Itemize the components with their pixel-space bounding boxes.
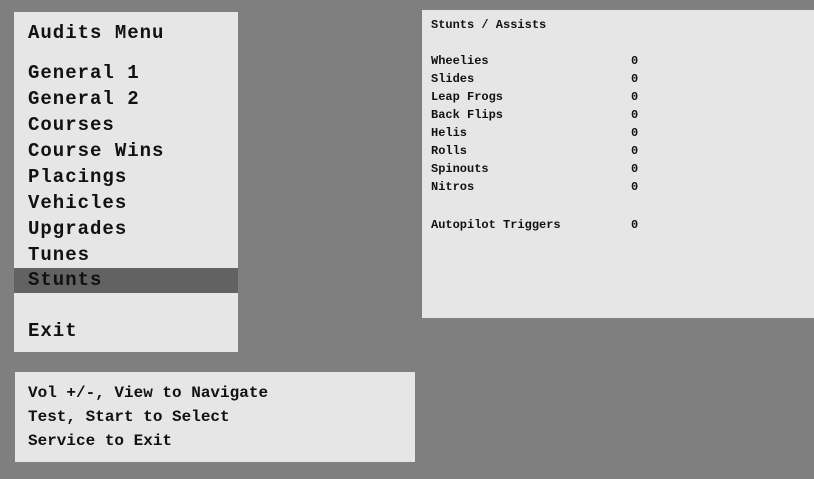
menu-item-tunes[interactable]: Tunes bbox=[28, 244, 90, 266]
help-line-exit: Service to Exit bbox=[28, 432, 173, 450]
exit-panel: Exit bbox=[14, 293, 238, 352]
menu-item-stunts-label: Stunts bbox=[28, 269, 103, 291]
stat-value-nitros: 0 bbox=[631, 180, 639, 194]
stat-label-wheelies: Wheelies bbox=[431, 54, 489, 68]
stat-label-leap-frogs: Leap Frogs bbox=[431, 90, 504, 104]
stat-value-autopilot-triggers: 0 bbox=[631, 218, 639, 232]
stat-value-rolls: 0 bbox=[631, 144, 639, 158]
menu-item-placings[interactable]: Placings bbox=[28, 166, 127, 188]
stat-label-helis: Helis bbox=[431, 126, 468, 140]
stat-value-spinouts: 0 bbox=[631, 162, 639, 176]
menu-item-stunts-selected[interactable]: Stunts bbox=[14, 268, 238, 293]
stunts-assists-panel: Stunts / Assists Wheelies 0 Slides 0 Lea… bbox=[422, 10, 814, 318]
menu-item-course-wins[interactable]: Course Wins bbox=[28, 140, 164, 162]
stat-value-wheelies: 0 bbox=[631, 54, 639, 68]
menu-item-general-2[interactable]: General 2 bbox=[28, 88, 140, 110]
help-panel: Vol +/-, View to Navigate Test, Start to… bbox=[15, 372, 415, 462]
stat-value-leap-frogs: 0 bbox=[631, 90, 639, 104]
stat-label-nitros: Nitros bbox=[431, 180, 475, 194]
menu-item-general-1[interactable]: General 1 bbox=[28, 62, 140, 84]
stunts-title: Stunts / Assists bbox=[431, 18, 547, 32]
help-line-select: Test, Start to Select bbox=[28, 408, 230, 426]
stat-label-autopilot-triggers: Autopilot Triggers bbox=[431, 218, 561, 232]
menu-item-upgrades[interactable]: Upgrades bbox=[28, 218, 127, 240]
stat-label-spinouts: Spinouts bbox=[431, 162, 489, 176]
stat-value-back-flips: 0 bbox=[631, 108, 639, 122]
audits-menu-panel: Audits Menu General 1 General 2 Courses … bbox=[14, 12, 238, 268]
stat-value-slides: 0 bbox=[631, 72, 639, 86]
menu-title: Audits Menu bbox=[28, 22, 165, 44]
stat-label-back-flips: Back Flips bbox=[431, 108, 504, 122]
stat-label-slides: Slides bbox=[431, 72, 475, 86]
help-line-navigate: Vol +/-, View to Navigate bbox=[28, 384, 269, 402]
stat-value-helis: 0 bbox=[631, 126, 639, 140]
menu-item-courses[interactable]: Courses bbox=[28, 114, 115, 136]
stat-label-rolls: Rolls bbox=[431, 144, 468, 158]
menu-item-vehicles[interactable]: Vehicles bbox=[28, 192, 127, 214]
menu-item-exit[interactable]: Exit bbox=[28, 320, 78, 342]
